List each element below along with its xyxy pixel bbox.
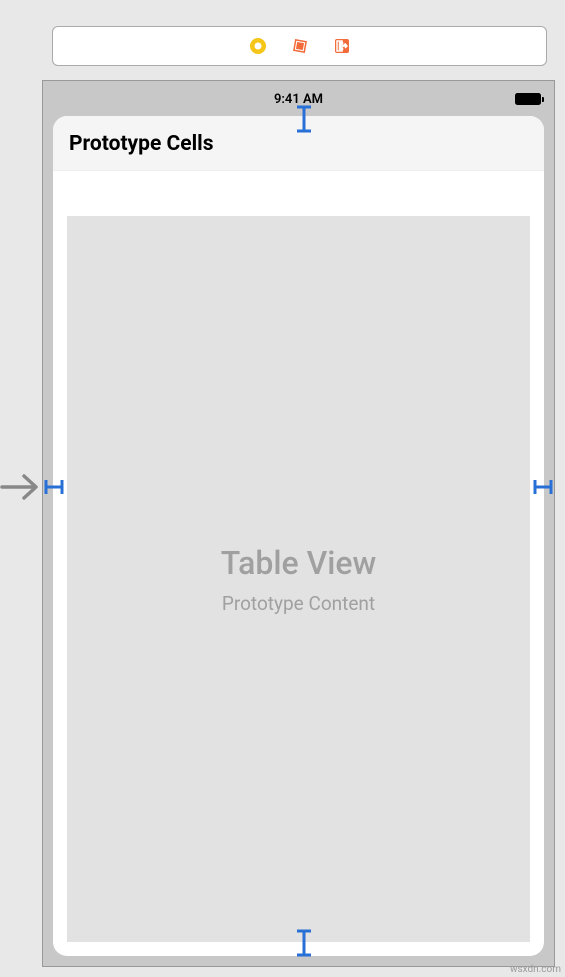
first-responder-icon[interactable]	[291, 37, 309, 55]
constraint-handle-top-icon[interactable]	[295, 105, 313, 137]
constraint-handle-right-icon[interactable]	[533, 478, 553, 500]
device-canvas-frame: 9:41 AM Prototype Cells Table View Proto…	[42, 80, 555, 967]
scene-toolbar	[52, 26, 547, 66]
view-controller-icon[interactable]	[249, 37, 267, 55]
watermark-text: wsxdn.com	[510, 964, 561, 975]
battery-icon	[515, 93, 541, 105]
table-view-title: Table View	[221, 544, 377, 582]
table-view-placeholder[interactable]: Table View Prototype Content	[67, 216, 530, 942]
screen-content: Prototype Cells Table View Prototype Con…	[53, 116, 544, 956]
device-inner: 9:41 AM Prototype Cells Table View Proto…	[48, 86, 549, 961]
constraint-handle-bottom-icon[interactable]	[295, 929, 313, 961]
exit-icon[interactable]	[333, 37, 351, 55]
storyboard-entry-arrow-icon[interactable]	[0, 468, 44, 510]
prototype-cell[interactable]	[53, 171, 544, 219]
constraint-handle-left-icon[interactable]	[44, 478, 64, 500]
table-view-subtitle: Prototype Content	[222, 592, 375, 615]
